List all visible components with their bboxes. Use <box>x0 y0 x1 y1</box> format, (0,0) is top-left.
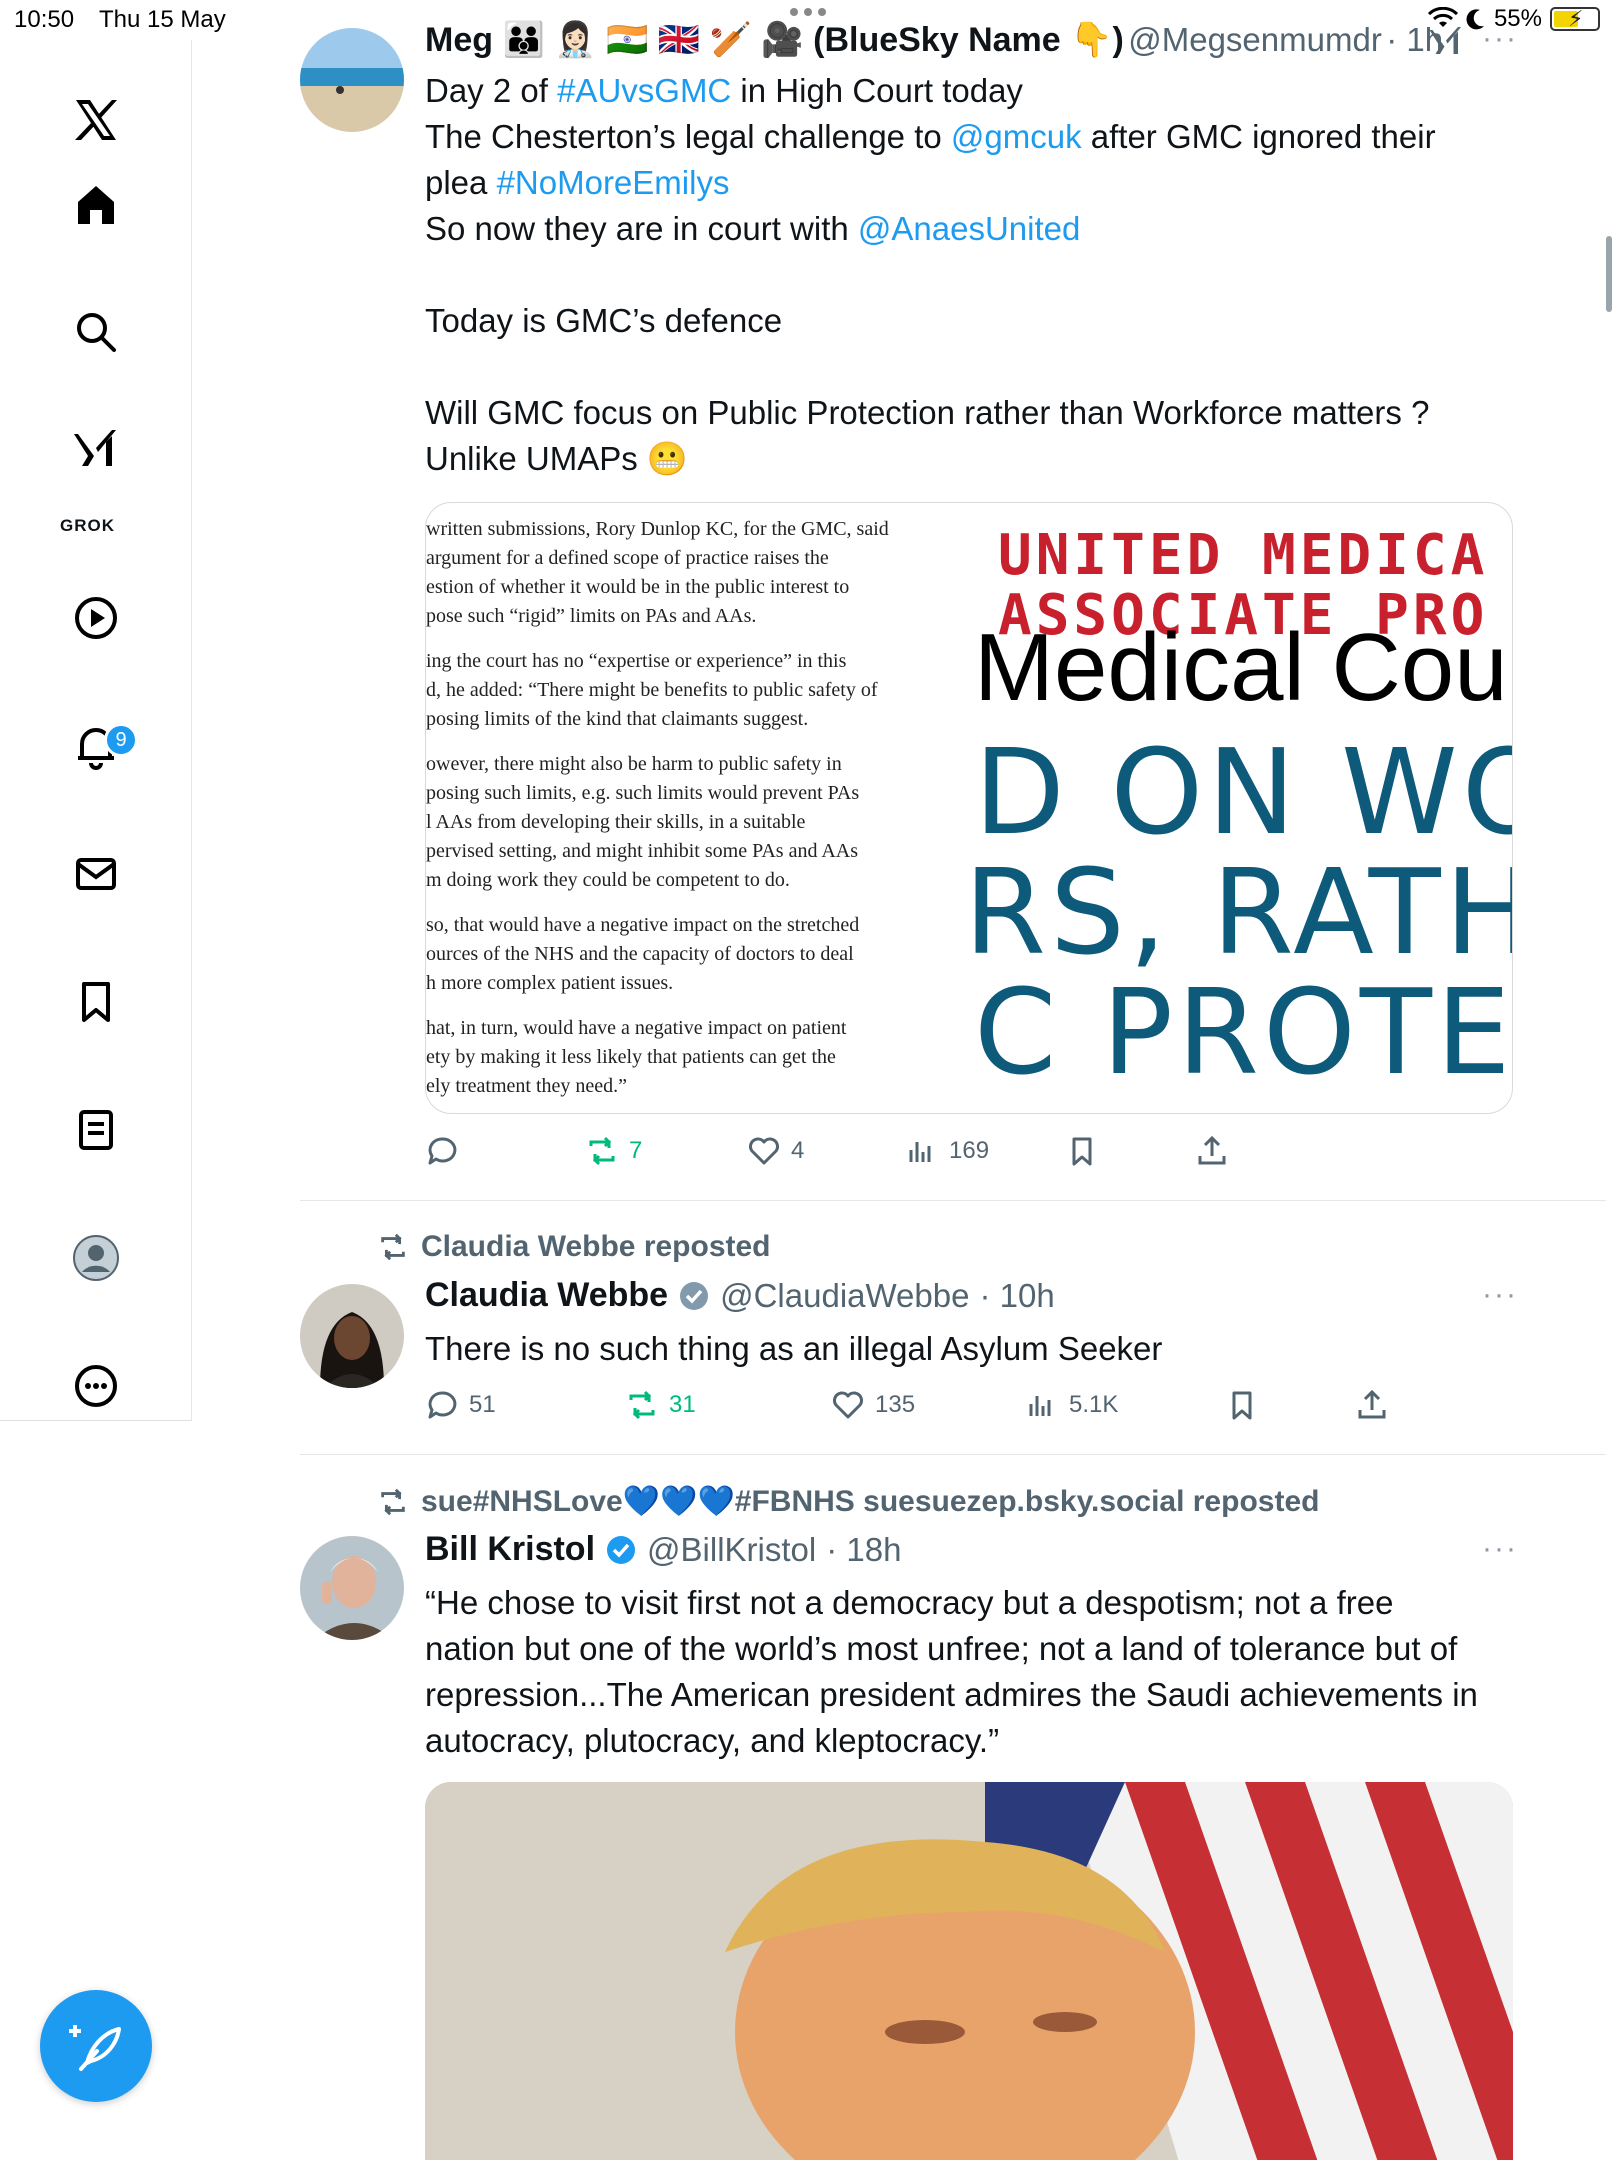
views-button[interactable]: 169 <box>905 1134 989 1168</box>
author-name[interactable]: Bill Kristol <box>425 1530 595 1569</box>
post-line: So now they are in court with @AnaesUnit… <box>425 210 1081 247</box>
compose-post-button[interactable] <box>40 1990 152 2102</box>
bookmarks-icon[interactable] <box>66 972 126 1032</box>
post-line: Today is GMC’s defence <box>425 302 783 339</box>
avatar[interactable] <box>300 1536 404 1640</box>
like-button[interactable]: 135 <box>831 1388 915 1422</box>
post-photo[interactable] <box>425 1782 1513 2160</box>
post-body: Day 2 of #AUvsGMC in High Court today Th… <box>425 68 1620 482</box>
scrollbar-thumb[interactable] <box>1606 236 1612 312</box>
mention-link[interactable]: @gmcuk <box>951 118 1082 155</box>
like-button[interactable]: 4 <box>747 1134 804 1168</box>
video-icon[interactable] <box>66 588 126 648</box>
author-name[interactable]: Meg 🧑‍🧑‍🧒 👩🏻‍⚕️ 🇮🇳 🇬🇧 🏏 🎥 (BlueSky Name … <box>425 21 1124 59</box>
post-header: Meg 🧑‍🧑‍🧒 👩🏻‍⚕️ 🇮🇳 🇬🇧 🏏 🎥 (BlueSky Name … <box>425 20 1443 60</box>
share-icon <box>1358 1389 1386 1419</box>
grok-icon[interactable] <box>66 420 126 480</box>
lists-icon[interactable] <box>66 1100 126 1160</box>
post-time[interactable]: · 10h <box>979 1277 1054 1315</box>
status-time: 10:50 <box>14 6 75 33</box>
hashtag-link[interactable]: #AUvsGMC <box>557 72 731 109</box>
timeline-feed: Meg 🧑‍🧑‍🧒 👩🏻‍⚕️ 🇮🇳 🇬🇧 🏏 🎥 (BlueSky Name … <box>192 0 1620 2160</box>
hashtag-link[interactable]: #NoMoreEmilys <box>497 164 730 201</box>
views-icon <box>909 1142 931 1162</box>
post-actions: 7 4 169 <box>425 1134 1525 1174</box>
more-options-icon[interactable] <box>66 1356 126 1416</box>
post-text: There is no such thing as an illegal Asy… <box>425 1330 1163 1367</box>
repost-icon <box>589 1136 615 1166</box>
post-line: “He chose to visit first not a democracy… <box>425 1584 1394 1621</box>
reply-icon <box>428 1391 457 1419</box>
post-body: “He chose to visit first not a democracy… <box>425 1580 1620 1764</box>
post-line: Will GMC focus on Public Protection rath… <box>425 394 1430 431</box>
post-line: nation but one of the world’s most unfre… <box>425 1630 1458 1667</box>
repost-button[interactable]: 7 <box>585 1134 642 1168</box>
post-actions: 51 31 135 5.1K <box>425 1388 1525 1428</box>
repost-icon <box>629 1390 655 1420</box>
post-more-icon[interactable]: ··· <box>1482 1532 1518 1566</box>
messages-icon[interactable] <box>66 844 126 904</box>
post-line: autocracy, plutocracy, and kleptocracy.” <box>425 1722 1000 1759</box>
post-time[interactable]: · 18h <box>826 1531 901 1569</box>
author-name[interactable]: Claudia Webbe <box>425 1276 668 1315</box>
verified-badge-icon <box>680 1281 709 1310</box>
mention-link[interactable]: @AnaesUnited <box>858 210 1080 247</box>
post-line: repression...The American president admi… <box>425 1676 1478 1713</box>
heart-icon <box>833 1391 863 1419</box>
author-handle[interactable]: @BillKristol <box>647 1531 816 1569</box>
verified-badge-icon <box>607 1535 636 1564</box>
avatar[interactable] <box>300 1284 404 1388</box>
news-article-snippet: written submissions, Rory Dunlop KC, for… <box>426 518 889 1097</box>
repost-icon <box>381 1233 405 1261</box>
share-button[interactable] <box>1195 1134 1229 1168</box>
compose-feather-icon <box>69 2025 121 2071</box>
post-line: Unlike UMAPs 😬 <box>425 440 688 477</box>
profile-avatar-icon[interactable] <box>66 1228 126 1288</box>
heart-icon <box>749 1137 779 1165</box>
repost-button[interactable]: 31 <box>625 1388 696 1422</box>
views-button[interactable]: 5.1K <box>1025 1388 1118 1422</box>
author-handle[interactable]: @Megsenmumdr <box>1128 21 1382 58</box>
post-line: plea #NoMoreEmilys <box>425 164 730 201</box>
post-header: Bill Kristol @BillKristol · 18h <box>425 1530 901 1569</box>
post-divider <box>300 1200 1606 1201</box>
reply-button[interactable] <box>425 1134 469 1168</box>
reply-icon <box>428 1137 457 1165</box>
post-more-icon[interactable]: ··· <box>1482 22 1518 56</box>
post-more-icon[interactable]: ··· <box>1482 1278 1518 1312</box>
post-header: Claudia Webbe @ClaudiaWebbe · 10h <box>425 1276 1055 1315</box>
avatar[interactable] <box>300 28 404 132</box>
search-icon[interactable] <box>66 302 126 362</box>
post-media[interactable]: written submissions, Rory Dunlop KC, for… <box>425 502 1513 1114</box>
bookmark-button[interactable] <box>1225 1388 1259 1422</box>
author-handle[interactable]: @ClaudiaWebbe <box>720 1277 969 1315</box>
grok-label: GROK <box>60 516 115 535</box>
post-line: The Chesterton’s legal challenge to @gmc… <box>425 118 1436 155</box>
repost-attribution[interactable]: sue#NHSLove💙💙💙#FBNHS suesuezep.bsky.soci… <box>377 1484 1319 1519</box>
sidebar-separator <box>0 1420 192 1421</box>
notifications-badge: 9 <box>104 723 138 757</box>
x-logo-icon[interactable] <box>66 90 126 150</box>
post-divider <box>300 1454 1606 1455</box>
repost-attribution[interactable]: Claudia Webbe reposted <box>377 1230 771 1264</box>
reply-button[interactable]: 51 <box>425 1388 496 1422</box>
repost-icon <box>381 1488 405 1515</box>
headline-collage: UNITED MEDICA ASSOCIATE PRO Medical Cou … <box>974 523 1513 1101</box>
post-line: Day 2 of #AUvsGMC in High Court today <box>425 72 1023 109</box>
sidebar: GROK 9 <box>0 40 192 1420</box>
share-button[interactable] <box>1355 1388 1389 1422</box>
bookmark-icon <box>1232 1391 1252 1420</box>
views-icon <box>1029 1396 1051 1416</box>
home-icon[interactable] <box>66 174 126 234</box>
bookmark-button[interactable] <box>1065 1134 1099 1168</box>
bookmark-icon <box>1072 1137 1092 1166</box>
grok-explain-icon[interactable] <box>1428 24 1464 60</box>
share-icon <box>1198 1135 1226 1165</box>
